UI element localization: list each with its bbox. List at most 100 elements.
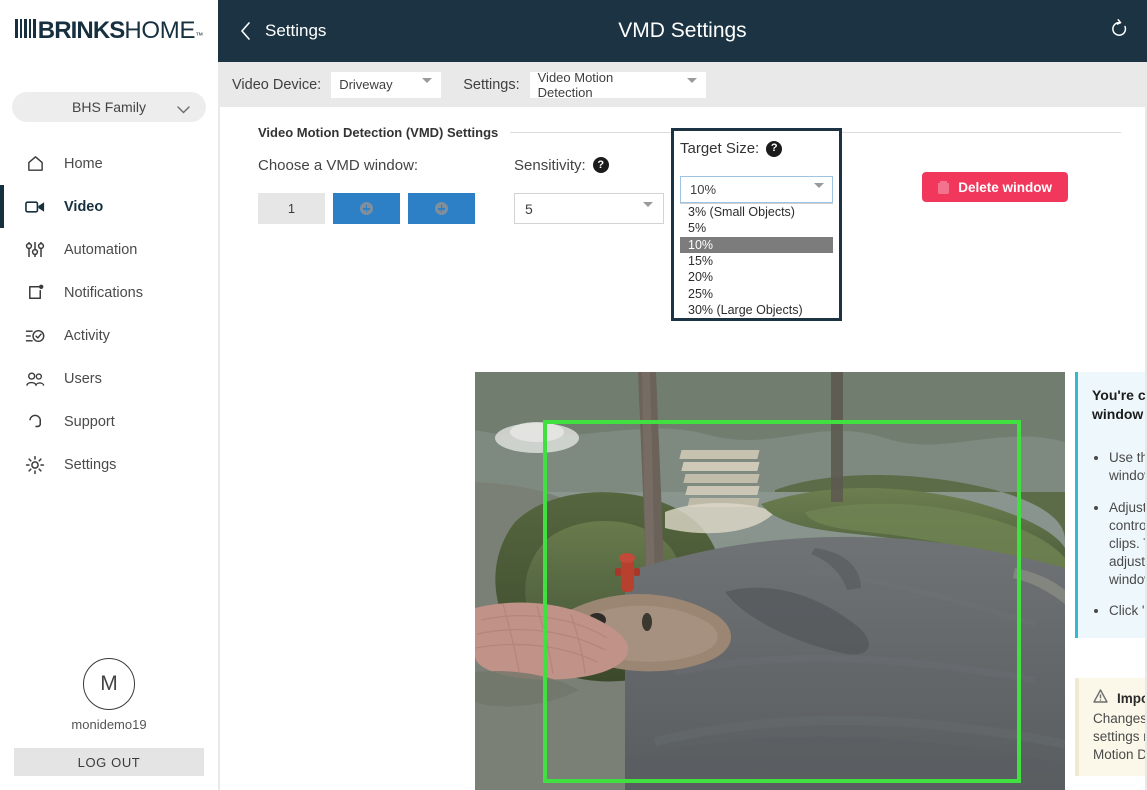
video-device-value: Driveway [339, 77, 393, 92]
device-toolbar: Video Device: Driveway Settings: Video M… [218, 62, 1147, 107]
avatar-initial: M [100, 672, 118, 695]
target-size-option[interactable]: 30% (Large Objects) [680, 302, 833, 318]
video-device-label: Video Device: [232, 76, 322, 93]
video-device-select[interactable]: Driveway [331, 71, 442, 98]
sidebar-item-home[interactable]: Home [0, 142, 218, 185]
controls-row: Choose a VMD window: 1 Sensitivity: ? 5 … [220, 128, 1145, 322]
add-window-button-2[interactable] [408, 193, 475, 224]
chevron-down-icon [422, 77, 433, 98]
sidebar-item-automation[interactable]: Automation [0, 228, 218, 271]
sensitivity-label-wrap: Sensitivity: ? [514, 154, 664, 176]
delete-window-button[interactable]: Delete window [922, 172, 1068, 202]
editing-info-panel: You're currently editing VMD window #1. … [1075, 372, 1145, 639]
sidebar-item-label: Video [64, 198, 104, 215]
editing-info-title: You're currently editing VMD window #1. [1092, 387, 1145, 422]
help-icon[interactable]: ? [766, 140, 783, 157]
back-label[interactable]: Settings [265, 21, 326, 41]
window-buttons: 1 [258, 193, 475, 224]
target-size-option[interactable]: 15% [680, 253, 833, 269]
sensitivity-group: Sensitivity: ? 5 [514, 154, 664, 224]
add-window-button-1[interactable] [333, 193, 400, 224]
page-title: VMD Settings [618, 19, 747, 42]
sidebar-item-users[interactable]: Users [0, 357, 218, 400]
family-selector[interactable]: BHS Family [12, 92, 206, 122]
window-button-1[interactable]: 1 [258, 193, 325, 224]
warning-triangle-icon [1093, 689, 1108, 708]
logo-bars-icon [14, 19, 36, 38]
plus-icon [360, 202, 373, 215]
home-icon [24, 153, 46, 175]
sidebar-item-support[interactable]: Support [0, 400, 218, 443]
sidebar-item-label: Activity [64, 327, 110, 344]
info-bullet: Use the cursor to re-draw the window are… [1109, 449, 1145, 485]
sensitivity-value: 5 [525, 200, 533, 217]
target-size-option[interactable]: 5% [680, 220, 833, 236]
camera-preview[interactable] [475, 372, 1065, 790]
sidebar-item-label: Users [64, 370, 102, 387]
chevron-down-icon [643, 202, 653, 223]
trash-icon [938, 180, 950, 194]
target-size-group: Target Size: ? 10% 3% (Small Objects) 5%… [671, 128, 842, 322]
refresh-icon[interactable] [1110, 19, 1129, 45]
target-size-label-wrap: Target Size: ? [680, 140, 833, 157]
chevron-down-icon [177, 101, 190, 119]
sliders-icon [24, 239, 46, 261]
sidebar-item-activity[interactable]: Activity [0, 314, 218, 357]
sidebar-item-settings[interactable]: Settings [0, 443, 218, 486]
target-size-option-list: 3% (Small Objects) 5% 10% 15% 20% 25% 30… [680, 203, 833, 319]
settings-value: Video Motion Detection [537, 69, 614, 100]
settings-select[interactable]: Video Motion Detection [529, 69, 706, 100]
logo-home-text: HOME [124, 17, 196, 44]
info-bullet: Click "Save" [1109, 602, 1145, 620]
delete-window-label: Delete window [958, 179, 1052, 195]
username-label: monidemo19 [71, 717, 147, 732]
sidebar-item-video[interactable]: Video [0, 185, 218, 228]
target-size-option-selected[interactable]: 10% [680, 236, 833, 253]
brand-logo: BRINKS HOME ™ [0, 0, 218, 62]
main-area: Settings VMD Settings Video Device: Driv… [218, 0, 1147, 790]
section-title: Video Motion Detection (VMD) Settings [258, 125, 499, 140]
sensitivity-select[interactable]: 5 [514, 193, 664, 224]
important-warning-panel: Important Changes made to this camera's … [1075, 678, 1145, 777]
help-icon[interactable]: ? [592, 157, 609, 173]
user-block: M monidemo19 LOG OUT [0, 658, 218, 790]
chevron-down-icon [814, 183, 824, 203]
activity-check-icon [24, 325, 46, 347]
choose-window-label: Choose a VMD window: [258, 156, 419, 174]
logo-brinks-text: BRINKS [37, 17, 126, 44]
logo-trademark: ™ [195, 31, 204, 40]
editing-info-bullets: Use the cursor to re-draw the window are… [1109, 449, 1145, 621]
users-icon [24, 368, 46, 390]
sidebar-item-notifications[interactable]: Notifications [0, 271, 218, 314]
sidebar-item-label: Support [64, 413, 115, 430]
logout-button[interactable]: LOG OUT [14, 748, 204, 776]
family-selector-label: BHS Family [72, 99, 146, 115]
topbar: Settings VMD Settings [218, 0, 1147, 62]
vmd-window-group: Choose a VMD window: 1 [258, 154, 475, 224]
warning-title: Important [1117, 691, 1145, 706]
sensitivity-label: Sensitivity: [514, 156, 586, 174]
info-bullet: Adjust the Sensitivity setting to contro… [1109, 499, 1145, 589]
chevron-down-icon [686, 77, 697, 98]
target-size-select[interactable]: 10% [680, 176, 833, 203]
sidebar-item-label: Settings [64, 456, 117, 473]
plus-icon [435, 202, 448, 215]
sidebar-item-label: Home [64, 155, 103, 172]
target-size-value: 10% [690, 182, 717, 197]
notification-icon [24, 282, 46, 304]
warning-body: Changes made to this camera's settings m… [1093, 711, 1145, 762]
content-panel: Video Motion Detection (VMD) Settings Ch… [220, 107, 1145, 790]
back-chevron-icon[interactable] [240, 22, 251, 40]
target-size-option[interactable]: 3% (Small Objects) [680, 204, 833, 220]
settings-label: Settings: [463, 76, 520, 93]
target-size-option[interactable]: 25% [680, 285, 833, 301]
sidebar-item-label: Notifications [64, 284, 143, 301]
sidebar-item-label: Automation [64, 241, 138, 258]
avatar[interactable]: M [83, 658, 135, 710]
sidebar-nav: Home Video Automation Notifications Acti… [0, 142, 218, 486]
vmd-window-rectangle[interactable] [543, 420, 1021, 783]
warning-header: Important [1093, 689, 1145, 708]
target-size-option[interactable]: 20% [680, 269, 833, 285]
target-size-label: Target Size: [680, 140, 760, 157]
gear-icon [24, 454, 46, 476]
